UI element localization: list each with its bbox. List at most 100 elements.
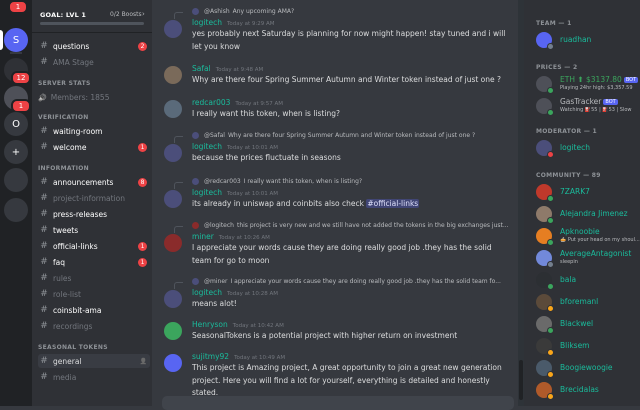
channel-announcements[interactable]: # announcements 8 — [38, 175, 150, 189]
username[interactable]: logitech Today at 9:29 AM — [192, 18, 275, 27]
message-input[interactable] — [162, 396, 514, 410]
reply-preview[interactable]: @Safal Why are there four Spring Summer A… — [180, 132, 520, 139]
username[interactable]: miner Today at 10:26 AM — [192, 232, 270, 241]
timestamp: Today at 10:28 AM — [226, 291, 278, 297]
username[interactable]: Safal Today at 9:48 AM — [192, 64, 263, 73]
category-seasonal-tokens[interactable]: SEASONAL TOKENS — [38, 344, 108, 351]
reply-preview[interactable]: @redcar003 I really want this token, when… — [180, 178, 520, 185]
member-name-label: ETH ⬆ $3137.80 — [560, 75, 622, 84]
message-text: This project is Amazing project, A great… — [192, 363, 502, 397]
user-avatar[interactable] — [164, 66, 182, 84]
member-name-label: logitech — [560, 143, 590, 152]
username[interactable]: logitech Today at 10:28 AM — [192, 288, 278, 297]
channel-recordings[interactable]: # recordings — [38, 319, 150, 333]
username-label: sujitmy92 — [192, 352, 230, 361]
server-icon[interactable]: + — [4, 140, 28, 164]
status-indicator — [547, 261, 554, 268]
boost-goal-header[interactable]: GOAL: LVL 1 0/2 Boosts › — [32, 0, 152, 33]
reply-preview[interactable]: @Ashish Any upcoming AMA? — [180, 8, 520, 15]
channel-role-list[interactable]: # role-list — [38, 287, 150, 301]
channel-coinsbit-ama[interactable]: # coinsbit-ama — [38, 303, 150, 317]
channel-press-releases[interactable]: # press-releases — [38, 207, 150, 221]
username[interactable]: logitech Today at 10:01 AM — [192, 188, 278, 197]
channel-media[interactable]: # media — [38, 370, 150, 384]
category-information[interactable]: INFORMATION — [38, 165, 89, 172]
member-item[interactable]: ETH ⬆ $3137.80 BOT Playing 24hr high: $3,3… — [536, 74, 640, 94]
member-group-header: COMMUNITY — 89 — [536, 172, 601, 179]
channel-label: press-releases — [53, 209, 108, 219]
hash-icon: # — [40, 225, 48, 235]
channel-mention-link[interactable]: #official-links — [366, 199, 420, 208]
user-avatar[interactable] — [164, 190, 182, 208]
channel-general[interactable]: # general 👤 — [38, 354, 150, 368]
category-verification[interactable]: VERIFICATION — [38, 114, 89, 121]
member-item[interactable]: logitech — [536, 138, 640, 158]
server-icon[interactable]: 12 — [4, 58, 31, 85]
channel-label: general — [53, 356, 82, 366]
reply-text: Any upcoming AMA? — [232, 8, 295, 15]
user-avatar[interactable] — [164, 234, 182, 252]
user-avatar[interactable] — [164, 100, 182, 118]
server-mention-badge: 12 — [11, 71, 31, 85]
member-activity: 🥧 Put your head on my shoul... — [560, 237, 640, 243]
member-item[interactable]: Blackwel — [536, 314, 640, 334]
reply-preview[interactable]: @logitech this project is very new and we… — [180, 222, 520, 229]
reply-preview[interactable]: @miner I appreciate your words cause they… — [180, 278, 520, 285]
bot-tag: BOT — [623, 77, 639, 83]
member-name: bforemanl — [560, 297, 598, 306]
timestamp: Today at 9:29 AM — [226, 21, 275, 27]
member-name: AverageAntagonist — [560, 249, 631, 258]
server-icon[interactable]: 1 — [4, 86, 31, 113]
user-avatar[interactable] — [164, 290, 182, 308]
user-avatar[interactable] — [164, 322, 182, 340]
channel-questions[interactable]: # questions 2 — [38, 39, 150, 53]
channel-faq[interactable]: # faq 1 — [38, 255, 150, 269]
user-avatar[interactable] — [164, 354, 182, 372]
status-indicator — [547, 327, 554, 334]
member-item[interactable]: 7ZARK7 — [536, 182, 640, 202]
username[interactable]: sujitmy92 Today at 10:49 AM — [192, 352, 285, 361]
channel-official-links[interactable]: # official-links 1 — [38, 239, 150, 253]
member-name: Alejandra Jimenez — [560, 209, 628, 218]
member-item[interactable]: GasTracker BOT Watching ⛽55 | ⛽53 | Slow — [536, 96, 640, 116]
channel-project-information[interactable]: # project-information — [38, 191, 150, 205]
member-item[interactable]: Alejandra Jimenez — [536, 204, 640, 224]
member-item[interactable]: AverageAntagonist sleepin — [536, 248, 640, 268]
user-avatar[interactable] — [164, 20, 182, 38]
channel-welcome[interactable]: # welcome 1 — [38, 140, 150, 154]
message-text: I appreciate your words cause they are d… — [192, 243, 492, 265]
member-item[interactable]: Apknoobie 🥧 Put your head on my shoul... — [536, 226, 640, 246]
server-icon[interactable]: S — [4, 28, 28, 52]
server-icon[interactable] — [4, 198, 28, 222]
scrollbar-thumb[interactable] — [519, 360, 523, 400]
username[interactable]: redcar003 Today at 9:57 AM — [192, 98, 283, 107]
channel-waiting-room[interactable]: # waiting-room — [38, 124, 150, 138]
user-avatar[interactable] — [164, 144, 182, 162]
channel-rules[interactable]: # rules — [38, 271, 150, 285]
hash-icon: # — [40, 321, 48, 331]
member-item[interactable]: Bliksem — [536, 336, 640, 356]
member-item[interactable]: Boogiewoogie — [536, 358, 640, 378]
bot-tag: BOT — [603, 99, 618, 105]
username-label: redcar003 — [192, 98, 231, 107]
category-server-stats[interactable]: SERVER STATS — [38, 80, 91, 87]
channel-tweets[interactable]: # tweets — [38, 223, 150, 237]
server-icon-label: O — [12, 118, 20, 130]
add-member-icon[interactable]: 👤 — [140, 358, 147, 365]
username[interactable]: logitech Today at 10:01 AM — [192, 142, 278, 151]
channel-AMA Stage[interactable]: # AMA Stage — [38, 55, 150, 69]
member-name-label: Blackwel — [560, 319, 594, 328]
username-label: Safal — [192, 64, 211, 73]
server-icon[interactable] — [4, 168, 28, 192]
username[interactable]: Henryson Today at 10:42 AM — [192, 320, 284, 329]
voice-icon: 🔊 — [38, 93, 47, 102]
member-name-label: Apknoobie — [560, 227, 600, 236]
channel-label: coinsbit-ama — [53, 305, 102, 315]
member-item[interactable]: bala — [536, 270, 640, 290]
member-item[interactable]: Brecidalas — [536, 380, 640, 400]
channel-label: questions — [53, 41, 90, 51]
member-item[interactable]: bforemanl — [536, 292, 640, 312]
member-name: Brecidalas — [560, 385, 599, 394]
member-name-label: ruadhan — [560, 35, 592, 44]
member-item[interactable]: ruadhan — [536, 30, 640, 50]
